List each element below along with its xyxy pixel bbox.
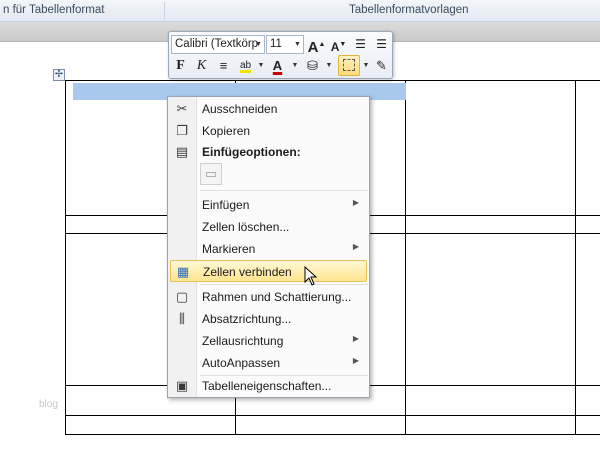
table-line: [65, 434, 600, 435]
submenu-arrow-icon: ▶: [352, 334, 359, 343]
paste-icon: ▤: [175, 144, 189, 159]
font-color-button[interactable]: A: [268, 56, 287, 75]
shrink-font-button[interactable]: A▼: [329, 35, 348, 54]
format-painter-button[interactable]: ✎: [372, 56, 391, 75]
menu-item-label: Tabelleneigenschaften...: [202, 379, 332, 393]
font-color-icon: A: [272, 58, 283, 73]
font-size-combo[interactable]: 11 ▼: [266, 35, 304, 54]
scissors-icon: ✂: [176, 101, 188, 116]
font-name-combo[interactable]: Calibri (Textkörp ▼: [171, 35, 265, 54]
menu-item-text-direction[interactable]: ⫼ Absatzrichtung...: [170, 308, 367, 330]
menu-item-autofit[interactable]: AutoAnpassen ▶: [170, 352, 367, 374]
highlight-icon: ab: [239, 60, 252, 71]
menu-item-label: Einfügen: [202, 198, 250, 212]
menu-item-label: Zellen löschen...: [202, 220, 290, 234]
align-center-icon: ≡: [219, 58, 228, 73]
menu-item-label: Markieren: [202, 242, 256, 256]
table-move-handle-icon[interactable]: ✢: [53, 69, 65, 81]
menu-item-label: Rahmen und Schattierung...: [202, 290, 352, 304]
menu-header-paste-options: ▤ Einfügeoptionen:: [170, 141, 367, 163]
menu-item-label: Zellen verbinden: [203, 265, 292, 279]
menu-item-label: Kopieren: [202, 124, 251, 138]
menu-item-label: AutoAnpassen: [202, 356, 281, 370]
text-direction-icon: ⫼: [179, 311, 185, 326]
borders-icon: [343, 59, 355, 71]
table-line: [65, 415, 600, 416]
table-line: [65, 80, 66, 435]
bold-button[interactable]: F: [171, 56, 190, 75]
menu-item-delete-cells[interactable]: Zellen löschen...: [170, 216, 367, 238]
center-align-button[interactable]: ≡: [214, 56, 233, 75]
table-line: [65, 80, 600, 81]
menu-separator: [200, 190, 368, 191]
format-painter-icon: ✎: [376, 58, 387, 73]
chevron-down-icon[interactable]: ▼: [362, 62, 370, 69]
table-line: [575, 80, 576, 435]
menu-item-cut[interactable]: ✂ Ausschneiden: [170, 98, 367, 120]
context-menu: ✂ Ausschneiden ❐ Kopieren ▤ Einfügeoptio…: [167, 96, 370, 398]
menu-item-merge-cells[interactable]: ▦ Zellen verbinden: [170, 260, 367, 282]
grow-font-button[interactable]: A▲: [307, 35, 326, 56]
chevron-down-icon[interactable]: ▼: [257, 62, 265, 69]
mouse-pointer-icon: [304, 266, 318, 286]
shading-button[interactable]: ⛁: [303, 56, 322, 75]
menu-item-label: Zellausrichtung: [202, 334, 284, 348]
font-name-value: Calibri (Textkörp: [175, 38, 259, 50]
menu-item-table-properties[interactable]: ▣ Tabelleneigenschaften...: [170, 375, 367, 397]
italic-button[interactable]: K: [192, 56, 211, 75]
increase-indent-icon: ☰: [376, 37, 387, 51]
highlight-button[interactable]: ab: [236, 56, 255, 75]
increase-indent-button[interactable]: ☰: [372, 35, 391, 54]
font-size-value: 11: [270, 38, 282, 50]
decrease-indent-button[interactable]: ☰: [351, 35, 370, 54]
ribbon-divider: [164, 2, 165, 20]
menu-item-insert[interactable]: Einfügen ▶: [170, 194, 367, 216]
copy-icon: ❐: [176, 123, 188, 138]
menu-separator: [200, 284, 368, 285]
menu-item-copy[interactable]: ❐ Kopieren: [170, 120, 367, 142]
paste-option-keep-text-icon[interactable]: ▭: [200, 163, 222, 185]
ribbon-group-table-styles: Tabellenformatvorlagen: [349, 4, 469, 16]
grow-font-icon: A: [307, 39, 319, 56]
decrease-indent-icon: ☰: [355, 37, 366, 51]
ribbon-group-table-style-options: n für Tabellenformat: [3, 4, 105, 16]
table-properties-icon: ▣: [175, 378, 189, 393]
menu-header-label: Einfügeoptionen:: [202, 145, 301, 159]
chevron-down-icon[interactable]: ▼: [325, 62, 333, 69]
chevron-down-icon[interactable]: ▼: [292, 36, 303, 53]
chevron-down-icon[interactable]: ▼: [291, 62, 299, 69]
table-line: [405, 80, 406, 435]
chevron-down-icon[interactable]: ▼: [253, 36, 264, 53]
menu-item-cell-alignment[interactable]: Zellausrichtung ▶: [170, 330, 367, 352]
watermark: blog: [39, 399, 58, 410]
menu-item-borders-shading[interactable]: ▢ Rahmen und Schattierung...: [170, 286, 367, 308]
submenu-arrow-icon: ▶: [352, 242, 359, 251]
menu-item-select[interactable]: Markieren ▶: [170, 238, 367, 260]
ribbon-group-labels: n für Tabellenformat Tabellenformatvorla…: [0, 0, 600, 22]
paint-bucket-icon: ⛁: [307, 58, 318, 73]
menu-item-label: Ausschneiden: [202, 102, 278, 116]
menu-item-label: Absatzrichtung...: [202, 312, 292, 326]
submenu-arrow-icon: ▶: [352, 198, 359, 207]
borders-icon: ▢: [175, 289, 189, 304]
merge-cells-icon: ▦: [176, 264, 190, 279]
borders-button[interactable]: [338, 55, 360, 76]
submenu-arrow-icon: ▶: [352, 356, 359, 365]
